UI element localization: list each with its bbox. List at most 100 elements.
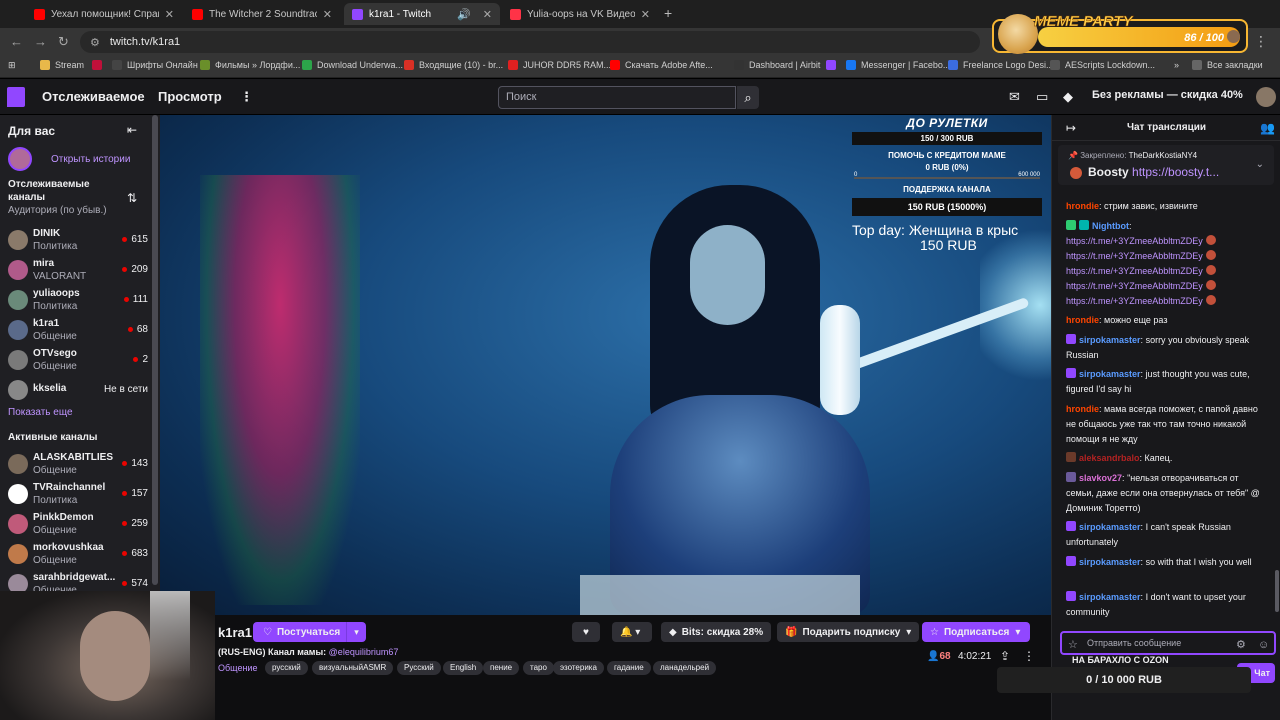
follow-button[interactable]: ♡ Постучаться [253, 622, 351, 642]
adfree-button[interactable]: Без рекламы — скидка 40% [1092, 89, 1243, 101]
chat-username[interactable]: aleksandrbalo [1079, 453, 1140, 463]
avatar[interactable] [1256, 87, 1276, 107]
bookmark[interactable]: Скачать Adobe Afte... [610, 60, 713, 70]
subscribe-button[interactable]: ☆ Подписаться ▾ [922, 622, 1030, 642]
sidebar-channel[interactable]: yuliaoops Политика 111 [8, 288, 148, 316]
close-icon[interactable]: ✕ [635, 8, 650, 21]
bookmark[interactable]: JUHOR DDR5 RAM... [508, 60, 611, 70]
bookmark[interactable]: Фильмы » Лордфи... [200, 60, 300, 70]
chat-link[interactable]: https://t.me/+3YZmeeAbbltmZDEy [1066, 236, 1203, 246]
apps-icon[interactable]: ⊞ [8, 60, 16, 71]
stream-tag[interactable]: English [443, 661, 484, 675]
chevron-down-icon[interactable]: ⌄ [1256, 159, 1264, 170]
search-icon[interactable]: ⌕ [737, 86, 759, 109]
chat-username[interactable]: sirpokamaster [1079, 522, 1141, 532]
more-bookmarks-icon[interactable]: » [1174, 60, 1179, 70]
pinned-message[interactable]: 📌 Закреплено: TheDarkKostiaNY4 Boosty ht… [1058, 145, 1274, 185]
chat-username[interactable]: sirpokamaster [1079, 557, 1141, 567]
back-icon[interactable]: ← [10, 34, 23, 49]
stories-link[interactable]: Открыть истории [8, 147, 130, 171]
nav-browse[interactable]: Просмотр [158, 89, 222, 104]
forward-icon[interactable]: → [34, 34, 47, 49]
users-icon[interactable]: 👥 [1260, 121, 1275, 135]
stream-category[interactable]: Общение [218, 663, 257, 673]
chat-settings-icon[interactable]: ⚙ [1236, 635, 1246, 655]
sidebar-channel[interactable]: k1ra1 Общение 68 [8, 318, 148, 346]
bits-button[interactable]: ◆ Bits: скидка 28% [661, 622, 772, 642]
sidebar-channel[interactable]: OTVsego Общение 2 [8, 348, 148, 376]
sidebar-channel[interactable]: mira VALORANT 209 [8, 258, 148, 286]
pinned-link[interactable]: https://boosty.t... [1132, 165, 1219, 179]
reload-icon[interactable]: ↻ [58, 34, 69, 50]
sidebar-channel[interactable]: TVRainchannel Политика 157 [8, 482, 148, 510]
bookmark[interactable]: Входящие (10) - br... [404, 60, 503, 70]
sidebar-channel[interactable]: PinkkDemon Общение 259 [8, 512, 148, 540]
address-bar[interactable]: ⚙ twitch.tv/k1ra1 [80, 31, 980, 53]
bookmark[interactable] [826, 60, 841, 70]
sidebar-scrollbar[interactable] [152, 115, 158, 585]
bookmark[interactable]: Freelance Logo Desi... [948, 60, 1054, 70]
bookmark[interactable]: AEScripts Lockdown... [1050, 60, 1155, 70]
stream-tag[interactable]: таро [523, 661, 554, 675]
chat-scrollbar[interactable] [1275, 570, 1279, 612]
heart-icon[interactable]: ♥ [572, 622, 600, 642]
stream-tag[interactable]: гадание [607, 661, 651, 675]
bookmark[interactable]: Messenger | Facebo... [846, 60, 950, 70]
more-icon[interactable]: ⋮ [1023, 649, 1035, 663]
close-icon[interactable]: ✕ [317, 8, 332, 21]
chat-username[interactable]: hrondie [1066, 315, 1099, 325]
sidebar-channel[interactable]: ALASKABITLIES Общение 143 [8, 452, 148, 480]
stream-tag[interactable]: визуальныйASMR [312, 661, 394, 675]
chat-username[interactable]: slavkov27 [1079, 473, 1122, 483]
show-more-link[interactable]: Показать еще [8, 407, 73, 418]
close-icon[interactable]: ✕ [477, 8, 492, 21]
chat-username[interactable]: sirpokamaster [1079, 592, 1141, 602]
chat-link[interactable]: https://t.me/+3YZmeeAbbltmZDEy [1066, 266, 1203, 276]
inbox-icon[interactable]: ✉ [1009, 89, 1020, 105]
search-input[interactable]: Поиск [498, 86, 736, 109]
chat-username[interactable]: hrondie [1066, 201, 1099, 211]
stream-tag[interactable]: ланадельрей [653, 661, 717, 675]
chat-link[interactable]: https://t.me/+3YZmeeAbbltmZDEy [1066, 281, 1203, 291]
browser-tab[interactable]: The Witcher 2 Soundtrack - So ✕ [184, 3, 340, 25]
stream-tag[interactable]: русский [265, 661, 308, 675]
close-icon[interactable]: ✕ [159, 8, 174, 21]
sidebar-channel[interactable]: DINIK Политика 615 [8, 228, 148, 256]
chevron-down-icon[interactable]: ▾ [346, 622, 366, 642]
chat-username[interactable]: hrondie [1066, 404, 1099, 414]
bookmark[interactable]: Dashboard | Airbit [734, 60, 820, 70]
stream-tag[interactable]: пение [483, 661, 520, 675]
channel-points-icon[interactable]: ☆ [1068, 635, 1078, 655]
nav-following[interactable]: Отслеживаемое [42, 89, 145, 104]
stream-title-mention[interactable]: @elequilibrium67 [329, 647, 399, 657]
browser-tab[interactable]: Yulia-oops на VK Видео Live - ✕ [502, 3, 658, 25]
notifications-icon[interactable]: 🔔 ▾ [612, 622, 652, 642]
chat-username[interactable]: sirpokamaster [1079, 335, 1141, 345]
streamer-name[interactable]: k1ra1 [218, 625, 252, 640]
stream-tag[interactable]: эзотерика [553, 661, 604, 675]
share-icon[interactable]: ⇪ [1000, 649, 1010, 663]
bookmark[interactable]: Download Underwa... [302, 60, 403, 70]
chat-link[interactable]: https://t.me/+3YZmeeAbbltmZDEy [1066, 251, 1203, 261]
bits-icon[interactable]: ◆ [1063, 89, 1073, 105]
bookmark[interactable] [92, 60, 107, 70]
gift-sub-button[interactable]: 🎁 Подарить подписку ▾ [777, 622, 920, 642]
chat-message-input[interactable]: ☆ Отправить сообщение ⚙ ☺ [1060, 631, 1276, 655]
sidebar-channel[interactable]: morkovushkaa Общение 683 [8, 542, 148, 570]
chat-link[interactable]: https://t.me/+3YZmeeAbbltmZDEy [1066, 296, 1203, 306]
new-tab-icon[interactable]: + [664, 5, 672, 21]
whispers-icon[interactable]: ▭ [1036, 89, 1048, 105]
browser-tab[interactable]: Уехал помощник! Справляем ✕ [26, 3, 182, 25]
stream-tag[interactable]: Русский [397, 661, 441, 675]
emote-picker-icon[interactable]: ☺ [1258, 635, 1269, 655]
chat-username[interactable]: Nightbot [1092, 221, 1129, 231]
all-bookmarks[interactable]: Все закладки [1192, 60, 1263, 70]
sidebar-channel[interactable]: kkselia Не в сети [8, 378, 148, 406]
browser-tab-active[interactable]: k1ra1 - Twitch 🔊 ✕ [344, 3, 500, 25]
sort-icon[interactable]: ⇅ [127, 191, 137, 205]
browser-menu-icon[interactable]: ⋮ [1254, 33, 1268, 50]
site-info-icon[interactable]: ⚙ [90, 36, 100, 49]
bookmark[interactable]: Шрифты Онлайн [112, 60, 198, 70]
bookmark[interactable]: Stream [40, 60, 84, 70]
twitch-logo-icon[interactable] [7, 87, 25, 107]
